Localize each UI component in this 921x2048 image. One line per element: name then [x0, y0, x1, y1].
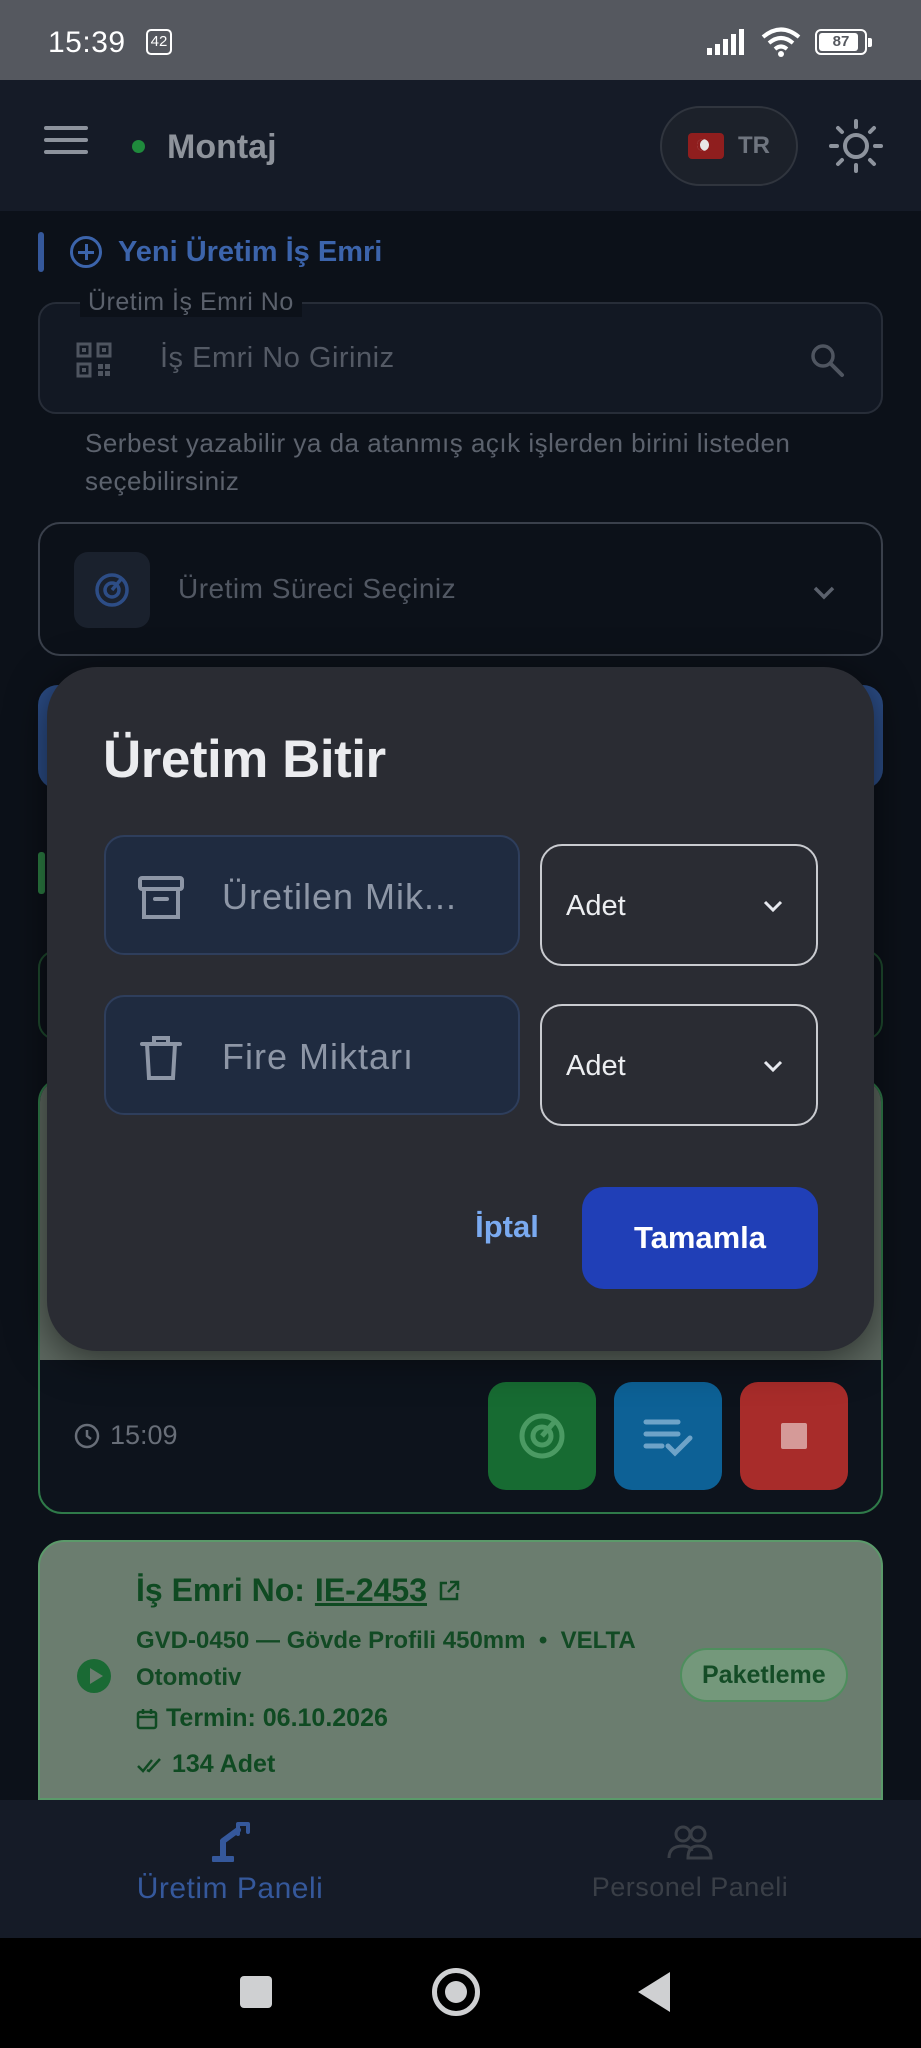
page-title: Montaj	[167, 128, 277, 166]
nav-production-panel[interactable]: Üretim Paneli	[0, 1818, 460, 1906]
new-order-heading: Yeni Üretim İş Emri	[38, 232, 382, 272]
order-number-link[interactable]: IE-2453	[315, 1572, 427, 1609]
notification-count-badge: 42	[146, 29, 172, 55]
order-quantity: 134 Adet	[136, 1750, 275, 1779]
status-icons: 87	[707, 26, 872, 58]
order-number-field[interactable]: Üretim İş Emri No	[38, 288, 883, 414]
calendar-icon	[136, 1708, 158, 1729]
quantity-text: 134 Adet	[172, 1750, 276, 1778]
deadline-text: Termin: 06.10.2026	[166, 1704, 388, 1732]
plus-circle-icon	[70, 236, 102, 268]
signal-icon	[707, 29, 744, 55]
section-accent-bar	[38, 232, 44, 272]
scrap-unit-value: Adet	[566, 1050, 626, 1082]
start-time-row: 15:09	[74, 1420, 178, 1451]
trash-icon	[140, 1036, 182, 1080]
nav-personnel-label: Personel Paneli	[591, 1872, 789, 1902]
sun-icon[interactable]	[828, 118, 884, 174]
clock-icon	[74, 1423, 100, 1448]
language-button[interactable]: TR	[660, 106, 798, 186]
process-select-placeholder: Üretim Süreci Seçiniz	[178, 573, 457, 604]
active-section-accent-bar	[38, 852, 45, 894]
radar-icon	[519, 1413, 565, 1459]
turkey-flag-icon	[688, 133, 724, 159]
process-button[interactable]	[488, 1382, 596, 1490]
complete-button[interactable]: Tamamla	[582, 1187, 818, 1289]
scrap-unit-select[interactable]: Adet	[540, 1004, 818, 1126]
double-check-icon	[137, 1757, 161, 1773]
product-name: GVD-0450 — Gövde Profili 450mm	[136, 1627, 526, 1654]
menu-icon[interactable]	[44, 124, 88, 156]
chevron-down-icon	[813, 586, 835, 600]
external-link-icon[interactable]	[437, 1579, 461, 1603]
back-icon[interactable]	[638, 1972, 670, 2012]
order-title: İş Emri No: IE-2453	[136, 1572, 461, 1609]
stop-button[interactable]	[740, 1382, 848, 1490]
produced-unit-select[interactable]: Adet	[540, 844, 818, 966]
nav-personnel-panel[interactable]: Personel Paneli	[460, 1818, 920, 1903]
wifi-icon	[761, 27, 801, 57]
radar-icon	[95, 573, 129, 607]
people-icon	[667, 1825, 713, 1860]
battery-level: 87	[832, 33, 850, 50]
order-description: GVD-0450 — Gövde Profili 450mm • VELTA O…	[136, 1622, 676, 1696]
chevron-down-icon	[763, 900, 783, 913]
produced-quantity-input[interactable]	[222, 867, 502, 927]
section-title: Yeni Üretim İş Emri	[118, 235, 383, 268]
dialog-title: Üretim Bitir	[103, 730, 386, 789]
status-time: 15:39	[48, 26, 126, 59]
recents-icon[interactable]	[240, 1976, 272, 2008]
robot-arm-icon	[212, 1822, 250, 1862]
start-time: 15:09	[110, 1420, 178, 1450]
battery-icon: 87	[815, 29, 872, 55]
bottom-navigation: Üretim Paneli Personel Paneli	[0, 1800, 921, 1938]
order-number-helper: Serbest yazabilir ya da atanmış açık işl…	[85, 428, 791, 496]
archive-icon	[138, 876, 184, 919]
stop-icon	[781, 1423, 807, 1449]
online-status-dot	[132, 140, 145, 153]
order-number-input[interactable]	[160, 330, 740, 386]
search-icon[interactable]	[809, 342, 845, 378]
checklist-button[interactable]	[614, 1382, 722, 1490]
finish-production-dialog: Üretim Bitir Adet Adet İptal Tamamla	[47, 667, 874, 1351]
scrap-quantity-input[interactable]	[222, 1027, 502, 1087]
process-select[interactable]: Üretim Süreci Seçiniz	[38, 522, 883, 656]
order-number-label: Üretim İş Emri No	[80, 288, 302, 317]
produced-quantity-field[interactable]	[104, 835, 520, 955]
list-check-icon	[643, 1419, 693, 1457]
system-navigation-bar	[0, 1938, 921, 2048]
produced-unit-value: Adet	[566, 890, 626, 922]
order-number-label: İş Emri No:	[136, 1572, 305, 1608]
order-card[interactable]: İş Emri No: IE-2453 GVD-0450 — Gövde Pro…	[38, 1540, 883, 1800]
language-code: TR	[738, 132, 770, 159]
stage-badge: Paketleme	[680, 1648, 848, 1702]
scrap-quantity-field[interactable]	[104, 995, 520, 1115]
nav-production-label: Üretim Paneli	[136, 1872, 324, 1905]
status-bar: 15:39 42 87	[0, 0, 921, 80]
qr-code-icon[interactable]	[76, 342, 112, 378]
order-deadline: Termin: 06.10.2026	[136, 1704, 388, 1733]
home-icon[interactable]	[432, 1968, 480, 2016]
chevron-down-icon	[763, 1060, 783, 1073]
cancel-button[interactable]: İptal	[457, 1197, 557, 1257]
process-icon-box	[74, 552, 150, 628]
app-header: Montaj TR	[0, 80, 921, 211]
play-circle-icon	[77, 1659, 111, 1693]
desc-separator: •	[538, 1627, 548, 1654]
